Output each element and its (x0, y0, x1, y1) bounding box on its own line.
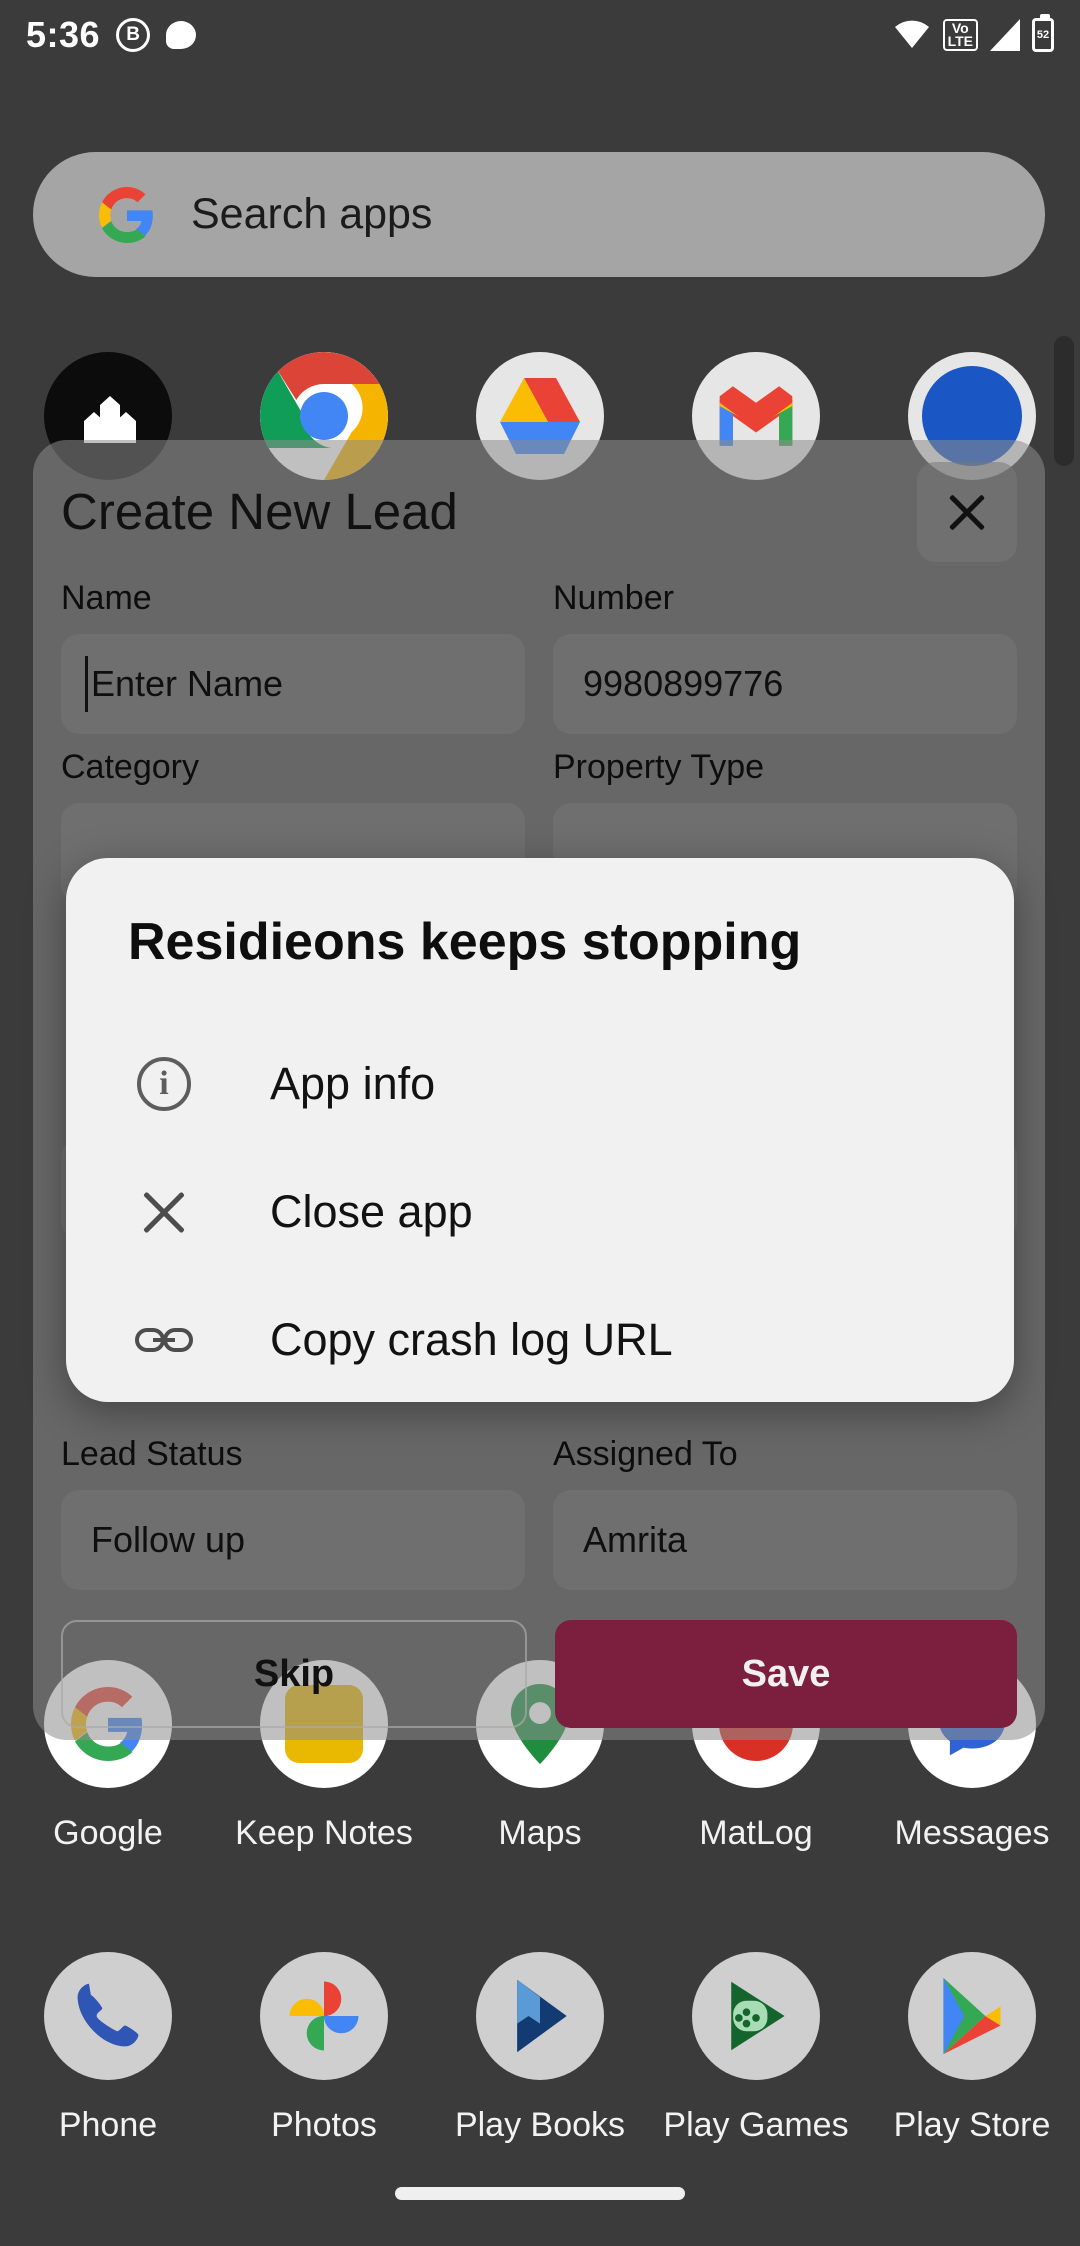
field-label: Assigned To (553, 1435, 738, 1473)
bluetooth-badge-icon: B (116, 18, 151, 52)
app-label: Play Books (454, 2106, 626, 2144)
app-label: Keep Notes (235, 1814, 413, 1852)
app-label: Photos (271, 2106, 377, 2144)
volte-line2: LTE (947, 33, 973, 49)
close-icon (128, 1185, 200, 1239)
close-sheet-button[interactable] (917, 461, 1017, 562)
volte-icon: Vo LTE (942, 19, 978, 51)
app-list-scrollbar[interactable] (1054, 336, 1074, 466)
number-input[interactable]: 9980899776 (553, 634, 1017, 734)
play-store-icon[interactable] (908, 1952, 1036, 2080)
close-icon (944, 489, 990, 535)
assigned-to-value: Amrita (583, 1519, 688, 1560)
status-bar-right: Vo LTE 52 (893, 14, 1054, 53)
link-icon (128, 1323, 200, 1357)
field-row-name-number: Name Enter Name Number 9980899776 (61, 579, 1017, 734)
field-label: Lead Status (61, 1435, 243, 1473)
app-label: MatLog (699, 1814, 813, 1852)
status-bar: 5:36 B Vo LTE 52 (0, 0, 1080, 70)
field-lead-status: Lead Status Follow up (61, 1435, 525, 1590)
lead-status-select[interactable]: Follow up (61, 1490, 525, 1590)
field-assigned-to: Assigned To Amrita (553, 1435, 1017, 1590)
assigned-to-select[interactable]: Amrita (553, 1490, 1017, 1590)
field-name: Name Enter Name (61, 579, 525, 734)
crash-option-close-app[interactable]: Close app (66, 1148, 1014, 1276)
field-row-status-assigned: Lead Status Follow up Assigned To Amrita (61, 1435, 1017, 1590)
app-cell[interactable]: Play Books (432, 1952, 648, 2145)
play-books-icon[interactable] (476, 1952, 604, 2080)
sheet-action-buttons: Skip Save (61, 1620, 1017, 1728)
phone-icon[interactable] (44, 1952, 172, 2080)
lead-status-value: Follow up (91, 1519, 246, 1560)
crash-option-label: App info (270, 1058, 436, 1109)
crash-dialog: Residieons keeps stopping i App info Clo… (66, 858, 1014, 1402)
field-label: Category (61, 748, 199, 786)
field-label: Property Type (553, 748, 765, 786)
crash-option-label: Copy crash log URL (270, 1314, 673, 1365)
text-caret (85, 656, 88, 712)
page-title: Create New Lead (61, 483, 458, 540)
crash-option-label: Close app (270, 1186, 473, 1237)
crash-dialog-title: Residieons keeps stopping (128, 913, 802, 971)
search-apps-placeholder: Search apps (191, 190, 433, 238)
search-apps-bar[interactable]: Search apps (33, 152, 1045, 277)
status-bar-left: 5:36 B (26, 14, 197, 56)
app-cell[interactable]: Play Games (648, 1952, 864, 2145)
battery-icon: 52 (1032, 14, 1054, 52)
field-label: Number (553, 579, 674, 617)
name-input[interactable]: Enter Name (61, 634, 525, 734)
app-cell[interactable]: Photos (216, 1952, 432, 2145)
info-icon: i (128, 1057, 200, 1111)
message-bubble-icon (166, 21, 197, 49)
skip-button[interactable]: Skip (61, 1620, 527, 1728)
cellular-signal-icon (990, 19, 1020, 51)
app-label: Messages (894, 1814, 1050, 1852)
name-input-placeholder: Enter Name (91, 663, 284, 704)
field-label: Name (61, 579, 152, 617)
app-label: Play Store (893, 2106, 1051, 2144)
status-bar-clock: 5:36 (26, 14, 101, 55)
app-label: Google (53, 1814, 163, 1852)
crash-option-app-info[interactable]: i App info (66, 1020, 1014, 1148)
number-input-value: 9980899776 (583, 663, 784, 704)
app-label: Play Games (663, 2106, 849, 2144)
lead-sheet-header: Create New Lead (61, 440, 1017, 565)
crash-option-copy-crash-log-url[interactable]: Copy crash log URL (66, 1276, 1014, 1404)
home-gesture-bar[interactable] (395, 2187, 685, 2200)
field-number: Number 9980899776 (553, 579, 1017, 734)
save-button[interactable]: Save (555, 1620, 1017, 1728)
wifi-icon (893, 18, 931, 53)
app-row-bottom: Phone Photos Play Books Play Games Play … (0, 1952, 1080, 2145)
photos-icon[interactable] (260, 1952, 388, 2080)
google-g-logo-icon (99, 186, 155, 243)
play-games-icon[interactable] (692, 1952, 820, 2080)
app-label: Maps (498, 1814, 582, 1852)
app-label: Phone (58, 2106, 158, 2144)
app-cell[interactable]: Play Store (864, 1952, 1080, 2145)
app-cell[interactable]: Phone (0, 1952, 216, 2145)
